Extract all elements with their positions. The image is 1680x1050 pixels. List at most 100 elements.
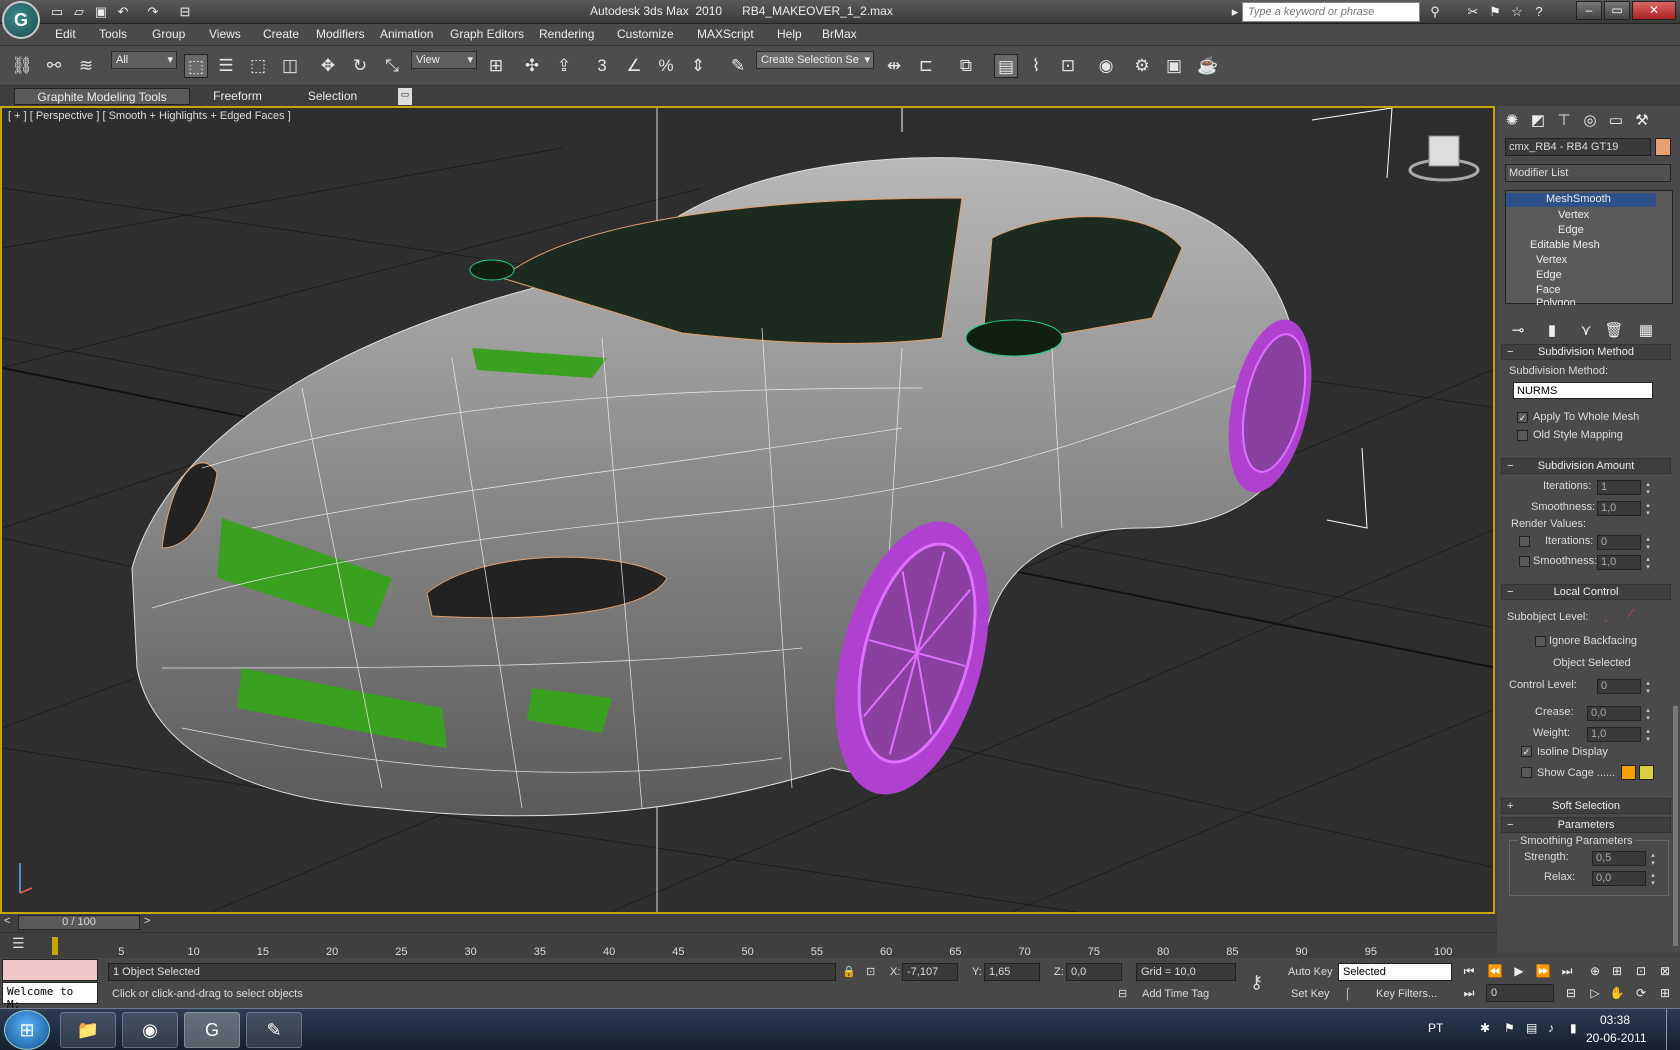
motion-tab-icon[interactable]: ◎ [1579,110,1601,132]
help-icon[interactable]: ? [1530,3,1548,20]
selection-filter-dropdown[interactable]: All [111,51,177,69]
old-style-mapping-checkbox[interactable] [1517,430,1528,441]
bluetooth-tray-icon[interactable]: ✱ [1480,1021,1490,1035]
relax-spinner[interactable]: 0,0 [1592,871,1656,887]
language-indicator[interactable]: PT [1428,1021,1443,1035]
window-crossing-icon[interactable]: ◫ [278,54,302,78]
time-slider[interactable]: 0 / 100 [18,915,140,930]
menu-group[interactable]: Group [152,27,185,41]
render-setup-icon[interactable]: ⚙ [1130,54,1154,78]
menu-rendering[interactable]: Rendering [539,27,594,41]
favorites-star-icon[interactable]: ☆ [1508,3,1526,20]
isoline-display-checkbox[interactable]: ✓ [1521,746,1532,757]
time-configuration-icon[interactable]: ⊟ [1560,984,1582,1002]
field-of-view-icon[interactable]: ▷ [1584,984,1606,1002]
modify-tab-icon[interactable]: ◩ [1527,110,1549,132]
tools-icon[interactable]: ✂ [1464,3,1482,20]
app-logo-icon[interactable]: G [2,1,40,39]
mirror-icon[interactable]: ⇹ [882,54,906,78]
named-selection-dropdown[interactable]: Create Selection Se [756,51,874,69]
tab-selection[interactable]: Selection [290,88,375,105]
zoom-extents-icon[interactable]: ⊡ [1630,962,1652,980]
explorer-taskbar-icon[interactable]: 📁 [60,1012,116,1048]
keyboard-shortcut-override-icon[interactable]: ⇪ [552,54,576,78]
apply-whole-mesh-checkbox[interactable]: ✓ [1517,412,1528,423]
edge-level-icon[interactable]: ⟋ [1627,608,1635,621]
cage-color-2-swatch[interactable] [1639,765,1654,780]
open-file-icon[interactable]: ▱ [70,3,88,20]
iterations-spinner[interactable]: 1 [1597,480,1651,496]
maxscript-listener-pink[interactable] [2,959,98,981]
time-slider-prev-icon[interactable]: < [4,915,10,927]
rendered-frame-window-icon[interactable]: ▣ [1162,54,1186,78]
move-icon[interactable]: ✥ [316,54,340,78]
menu-graph-editors[interactable]: Graph Editors [450,27,524,41]
menu-maxscript[interactable]: MAXScript [697,27,754,41]
rectangular-selection-icon[interactable]: ⬚ [246,54,270,78]
ribbon-minimize-icon[interactable]: ▭ [398,88,412,105]
menu-modifiers[interactable]: Modifiers [316,27,365,41]
pan-view-icon[interactable]: ✋ [1606,984,1628,1002]
menu-help[interactable]: Help [777,27,802,41]
render-smoothness-spinner[interactable]: 1,0 [1597,555,1651,571]
reference-coordinate-dropdown[interactable]: View [411,51,477,69]
next-frame-icon[interactable]: ⏩ [1532,962,1554,980]
utilities-tab-icon[interactable]: ⚒ [1631,110,1653,132]
select-manipulate-icon[interactable]: ✣ [520,54,544,78]
add-time-tag[interactable]: Add Time Tag [1142,988,1209,1000]
power-tray-icon[interactable]: ▮ [1570,1021,1577,1035]
render-smoothness-checkbox[interactable] [1519,556,1530,567]
make-unique-icon[interactable]: ⋎ [1575,320,1597,342]
rotate-icon[interactable]: ↻ [348,54,372,78]
show-end-result-icon[interactable]: ▮ [1541,320,1563,342]
zoom-icon[interactable]: ⊕ [1584,962,1606,980]
object-name-field[interactable]: cmx_RB4 - RB4 GT19 [1505,138,1651,156]
zoom-extents-all-icon[interactable]: ⊠ [1654,962,1676,980]
menu-tools[interactable]: Tools [99,27,127,41]
stack-item-face[interactable]: Face [1536,284,1560,296]
3dsmax-taskbar-icon[interactable]: G [184,1012,240,1048]
snaps-toggle-icon[interactable]: 3 [590,54,614,78]
remove-modifier-icon[interactable]: 🗑 [1603,320,1625,342]
close-button[interactable]: ✕ [1632,1,1676,20]
stack-item-polygon[interactable]: Polygon [1536,297,1576,305]
x-coordinate-field[interactable]: -7,107 [902,963,958,981]
vertex-level-icon[interactable]: ⸼ [1605,608,1608,623]
viewcube-icon[interactable] [1408,135,1480,182]
pivot-center-icon[interactable]: ⊞ [484,54,508,78]
rollout-subdivision-method[interactable]: − Subdivision Method [1501,344,1671,360]
viewport-label[interactable]: [ + ] [ Perspective ] [ Smooth + Highlig… [8,110,291,122]
angle-snap-icon[interactable]: ∠ [622,54,646,78]
configure-modifier-sets-icon[interactable]: ▦ [1635,320,1657,342]
control-level-spinner[interactable]: 0 [1597,679,1651,695]
goto-start-icon[interactable]: ⏮ [1458,962,1480,980]
key-mode-icon[interactable]: ⏭ [1458,984,1480,1002]
menu-create[interactable]: Create [263,27,299,41]
stack-item-meshsmooth[interactable]: MeshSmooth [1506,193,1656,207]
ignore-backfacing-checkbox[interactable] [1535,636,1546,647]
quick-render-teapot-icon[interactable]: ☕ [1196,54,1220,78]
select-and-link-icon[interactable]: ⛓ [10,54,34,78]
unlink-icon[interactable]: ⚯ [42,54,66,78]
stack-item-editable-mesh[interactable]: Editable Mesh [1530,239,1600,251]
bind-space-warp-icon[interactable]: ≋ [74,54,98,78]
play-icon[interactable]: ▶ [1508,962,1530,980]
clock-time[interactable]: 03:38 [1600,1013,1630,1027]
spinner-snap-icon[interactable]: ⇕ [686,54,710,78]
align-icon[interactable]: ⊏ [914,54,938,78]
render-iterations-checkbox[interactable] [1519,536,1530,547]
key-mode-toggle-icon[interactable]: ⌠ [1344,988,1351,1000]
maximize-viewport-icon[interactable]: ⊞ [1654,984,1676,1002]
mini-curve-editor-icon[interactable]: ☰ [12,935,25,952]
hierarchy-tab-icon[interactable]: ⊤ [1553,110,1575,132]
maxscript-listener-field[interactable]: Welcome to M: [2,982,98,1011]
menu-animation[interactable]: Animation [380,27,433,41]
new-file-icon[interactable]: ▭ [48,3,66,20]
layer-manager-icon[interactable]: ⧉ [954,54,978,78]
lock-selection-icon[interactable]: 🔒 [842,965,856,978]
save-icon[interactable]: ▣ [92,3,110,20]
scale-icon[interactable]: ⤡ [380,54,404,78]
menu-brmax[interactable]: BrMax [822,27,857,41]
search-input[interactable]: Type a keyword or phrase [1242,2,1420,22]
stack-item-edge[interactable]: Edge [1536,269,1562,281]
